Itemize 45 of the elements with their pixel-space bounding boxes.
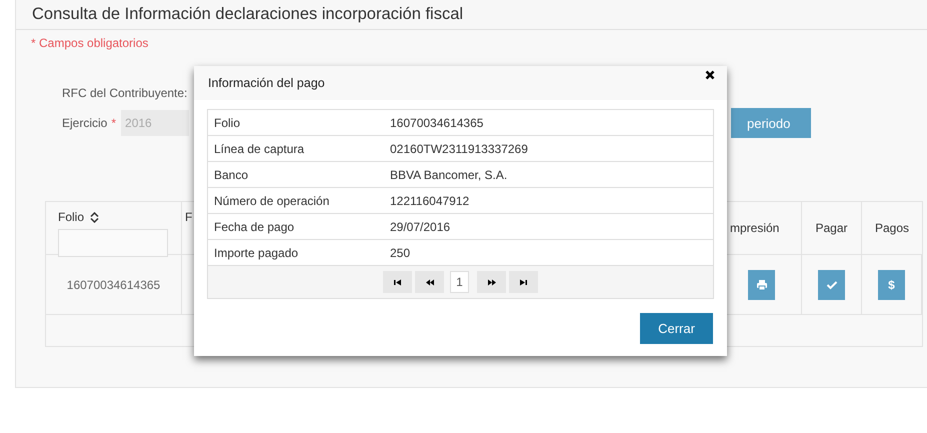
payments-button[interactable]: $	[878, 270, 905, 300]
page-title: Consulta de Información declaraciones incorporación fiscal	[32, 5, 464, 24]
period-button[interactable]: periodo	[731, 108, 811, 138]
field-value: 122116047912	[390, 194, 470, 208]
table-cell: 16070034614365	[46, 255, 182, 315]
field-label: Número de operación	[213, 194, 330, 208]
column-header: F	[185, 210, 192, 224]
next-page-button[interactable]	[477, 271, 506, 293]
field-value: 02160TW2311913337269	[390, 142, 529, 156]
previous-page-button[interactable]	[415, 271, 444, 293]
column-header: Pagos	[874, 221, 910, 235]
ejercicio-label: Ejercicio	[62, 116, 108, 130]
print-button[interactable]	[748, 270, 775, 300]
field-value: 29/07/2016	[390, 220, 452, 234]
field-value: 250	[390, 246, 412, 260]
skip-back-icon	[394, 278, 402, 286]
close-dialog-button[interactable]: Cerrar	[640, 313, 713, 344]
column-header: Folio	[58, 210, 84, 224]
year-field[interactable]: 2016	[121, 110, 190, 136]
rewind-icon	[426, 278, 434, 286]
pay-button[interactable]	[818, 270, 845, 300]
required-mark: *	[111, 116, 116, 130]
field-label: Folio	[213, 116, 242, 130]
column-header: mpresión	[730, 221, 780, 235]
field-value: 16070034614365	[390, 116, 484, 130]
required-note: * Campos obligatorios	[30, 35, 150, 50]
field-label: Fecha de pago	[213, 220, 296, 234]
filter-field[interactable]	[58, 229, 168, 257]
page-number[interactable]: 1	[450, 271, 469, 293]
close-icon	[705, 70, 715, 80]
rfc-label: RFC del Contribuyente:	[62, 86, 188, 100]
field-value: BBVA Bancomer, S.A.	[390, 168, 508, 182]
field-label: Banco	[213, 168, 250, 182]
check-icon	[826, 278, 838, 290]
fast-forward-icon	[488, 278, 496, 286]
printer-icon	[756, 278, 768, 290]
dialog-title: Información del pago	[208, 76, 325, 90]
first-page-button[interactable]	[383, 271, 412, 293]
last-page-button[interactable]	[509, 271, 538, 293]
field-label: Importe pagado	[213, 246, 300, 260]
column-header: Pagar	[815, 221, 848, 235]
field-label: Línea de captura	[213, 142, 306, 156]
skip-forward-icon	[520, 278, 528, 286]
close-button[interactable]	[705, 70, 715, 80]
sort-icon	[90, 212, 100, 222]
